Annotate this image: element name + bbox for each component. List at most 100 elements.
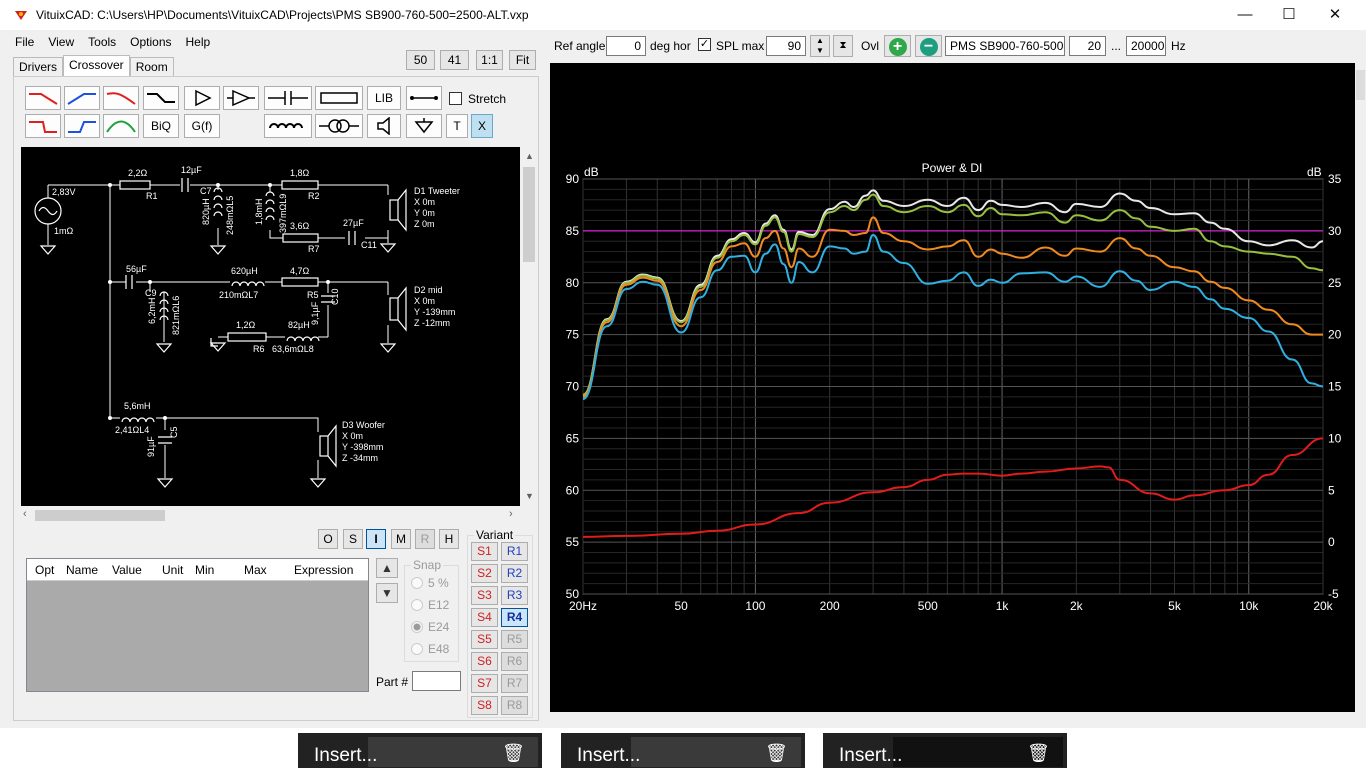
opt-i-button[interactable]: I	[366, 529, 386, 549]
trash-icon[interactable]: 🗑	[1027, 743, 1050, 764]
library-button[interactable]: LIB	[367, 86, 401, 110]
thumbnail-2[interactable]: Insert... 🗑	[561, 733, 805, 768]
menu-tools[interactable]: Tools	[81, 32, 123, 54]
trash-icon[interactable]: 🗑	[502, 743, 525, 764]
zoom-41-button[interactable]: 41	[440, 50, 469, 70]
variant-s3-button[interactable]: S3	[471, 586, 498, 605]
spl-spinner[interactable]: ▲ ▼	[810, 35, 830, 57]
parts-grid[interactable]: Opt Name Value Unit Min Max Expression	[26, 558, 369, 692]
schematic-horizontal-scrollbar[interactable]: ‹ ›	[21, 507, 520, 524]
wire-tool[interactable]	[406, 86, 442, 110]
menu-help[interactable]: Help	[179, 32, 218, 54]
maximize-button[interactable]: ☐	[1266, 0, 1312, 30]
variant-s7-button[interactable]: S7	[471, 674, 498, 693]
freq-min-input[interactable]: 20	[1069, 36, 1106, 56]
tab-crossover[interactable]: Crossover	[63, 55, 130, 76]
spl-max-input[interactable]: 90	[766, 36, 806, 56]
variant-r3-button[interactable]: R3	[501, 586, 528, 605]
snap-5pct-radio[interactable]: 5 %	[411, 576, 449, 590]
variant-r8-button[interactable]: R8	[501, 696, 528, 715]
variant-r4-button[interactable]: R4	[501, 608, 528, 627]
snap-e48-radio[interactable]: E48	[411, 642, 449, 656]
scroll-up-icon[interactable]: ▲	[525, 151, 534, 161]
menu-file[interactable]: File	[8, 32, 41, 54]
opamp-tool[interactable]	[223, 86, 259, 110]
spl-max-checkbox[interactable]: ✓	[698, 38, 711, 51]
shelf-tool[interactable]	[143, 86, 179, 110]
col-opt[interactable]: Opt	[35, 563, 54, 577]
x-tool[interactable]: X	[471, 114, 493, 138]
opt-r-button[interactable]: R	[415, 529, 435, 549]
resistor-tool[interactable]	[315, 86, 363, 110]
horizontal-scroll-thumb[interactable]	[35, 510, 165, 521]
close-button[interactable]: ✕	[1312, 0, 1358, 30]
move-down-button[interactable]: ▼	[376, 583, 398, 603]
highpass-2nd-tool[interactable]	[64, 114, 100, 138]
spl-fit-button[interactable]: ⧗	[833, 35, 853, 57]
col-min[interactable]: Min	[195, 563, 214, 577]
part-number-input[interactable]	[412, 671, 461, 691]
menu-view[interactable]: View	[41, 32, 81, 54]
tab-drivers[interactable]: Drivers	[13, 57, 63, 76]
variant-r7-button[interactable]: R7	[501, 674, 528, 693]
capacitor-tool[interactable]	[264, 86, 312, 110]
stretch-checkbox[interactable]	[449, 92, 462, 105]
freq-max-input[interactable]: 20000	[1126, 36, 1166, 56]
zoom-50-button[interactable]: 50	[406, 50, 435, 70]
lowpass-1st-tool[interactable]	[25, 86, 61, 110]
minimize-button[interactable]: —	[1222, 0, 1268, 30]
scroll-down-icon[interactable]: ▼	[525, 491, 534, 501]
variant-s6-button[interactable]: S6	[471, 652, 498, 671]
remove-response-button[interactable]: −	[915, 35, 942, 57]
zoom-1to1-button[interactable]: 1:1	[476, 50, 503, 70]
schematic-vertical-scrollbar[interactable]: ▲ ▼	[521, 147, 537, 506]
snap-e12-radio[interactable]: E12	[411, 598, 449, 612]
col-expression[interactable]: Expression	[294, 563, 353, 577]
scroll-left-icon[interactable]: ‹	[23, 508, 27, 520]
variant-s2-button[interactable]: S2	[471, 564, 498, 583]
thumbnail-1[interactable]: Insert... 🗑	[298, 733, 542, 768]
variant-r5-button[interactable]: R5	[501, 630, 528, 649]
variant-r2-button[interactable]: R2	[501, 564, 528, 583]
opt-m-button[interactable]: M	[391, 529, 411, 549]
variant-s5-button[interactable]: S5	[471, 630, 498, 649]
trash-icon[interactable]: 🗑	[765, 743, 788, 764]
variant-r1-button[interactable]: R1	[501, 542, 528, 561]
col-name[interactable]: Name	[66, 563, 98, 577]
ref-angle-input[interactable]: 0	[606, 36, 646, 56]
variant-s4-button[interactable]: S4	[471, 608, 498, 627]
text-tool[interactable]: T	[446, 114, 468, 138]
opt-o-button[interactable]: O	[318, 529, 338, 549]
variant-r6-button[interactable]: R6	[501, 652, 528, 671]
variant-s1-button[interactable]: S1	[471, 542, 498, 561]
ground-tool[interactable]	[406, 114, 442, 138]
buffer-tool[interactable]	[184, 86, 220, 110]
zoom-fit-button[interactable]: Fit	[509, 50, 536, 70]
vertical-scroll-thumb[interactable]	[523, 167, 535, 262]
spin-down-icon[interactable]: ▼	[811, 46, 829, 56]
bandpass-green-tool[interactable]	[103, 114, 139, 138]
inductor-tool[interactable]	[264, 114, 312, 138]
driver-tool[interactable]	[367, 114, 401, 138]
snap-e24-radio[interactable]: E24	[411, 620, 449, 634]
power-di-graph[interactable]: 20Hz 50 100 200 500 1k 2k 5k 10k 20k 90 85 80 75 70 65…	[550, 63, 1355, 712]
opt-h-button[interactable]: H	[439, 529, 459, 549]
menu-options[interactable]: Options	[123, 32, 178, 54]
tab-room[interactable]: Room	[129, 57, 174, 76]
crossover-schematic[interactable]: 2,83V 1mΩ 2,2Ω R1 12µF C7 820µH 248mΩL5 …	[21, 147, 520, 506]
transformer-tool[interactable]	[315, 114, 363, 138]
highpass-1st-tool[interactable]	[64, 86, 100, 110]
spin-up-icon[interactable]: ▲	[811, 36, 829, 46]
response-name-input[interactable]: PMS SB900-760-500=2	[945, 36, 1065, 56]
bandpass-red-tool[interactable]	[103, 86, 139, 110]
variant-s8-button[interactable]: S8	[471, 696, 498, 715]
opt-s-button[interactable]: S	[343, 529, 363, 549]
lowpass-2nd-tool[interactable]	[25, 114, 61, 138]
biquad-button[interactable]: BiQ	[143, 114, 179, 138]
gf-button[interactable]: G(f)	[184, 114, 220, 138]
add-response-button[interactable]: +	[884, 35, 911, 57]
col-unit[interactable]: Unit	[162, 563, 183, 577]
thumbnail-3[interactable]: Insert... 🗑	[823, 733, 1067, 768]
move-up-button[interactable]: ▲	[376, 558, 398, 578]
scroll-right-icon[interactable]: ›	[509, 508, 513, 520]
